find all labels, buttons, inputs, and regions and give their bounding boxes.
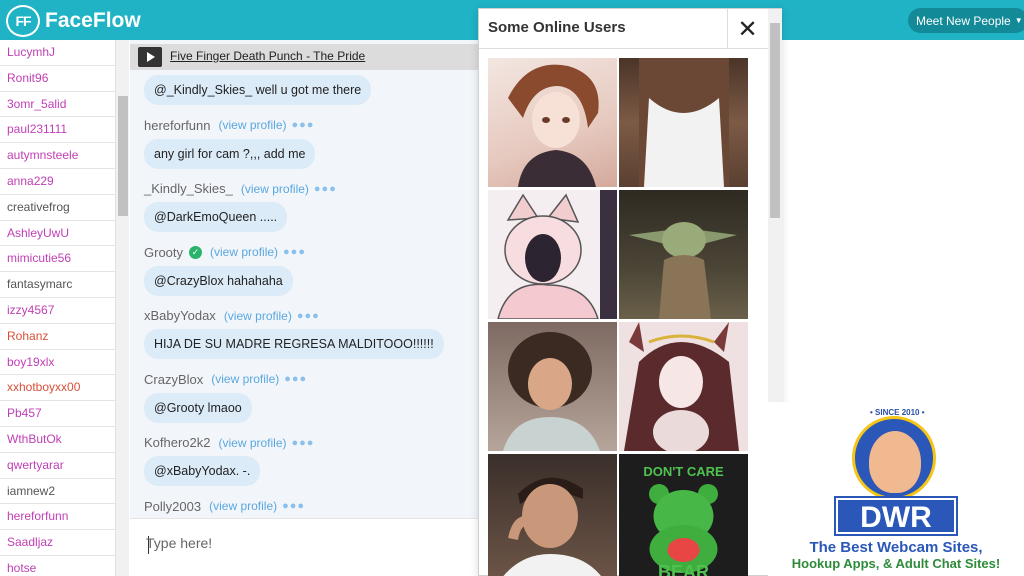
message-author: xBabyYodax (view profile) ●●●	[144, 308, 320, 323]
user-list-item[interactable]: LucymhJ	[0, 40, 115, 66]
user-tile-anime-boy[interactable]	[488, 58, 617, 187]
message-bubble: @_Kindly_Skies_ well u got me there	[144, 75, 372, 105]
more-options-icon[interactable]: ●●●	[292, 437, 315, 449]
user-list-item[interactable]: boy19xlx	[0, 350, 115, 376]
ad-brand: DWR	[836, 498, 956, 534]
user-list-item[interactable]: izzy4567	[0, 298, 115, 324]
message-username[interactable]: Grooty	[144, 245, 183, 260]
user-tile-curly-hair-person[interactable]	[488, 322, 617, 451]
message-bubble: @Grooty lmaoo	[144, 392, 252, 423]
ad-mascot-face	[869, 431, 921, 493]
panel-header: Some Online Users ✕	[479, 9, 781, 49]
dont-care-bear-avatar: DON'T CARE BEAR	[643, 464, 724, 576]
faceflow-logo[interactable]: FF FaceFlow	[6, 5, 141, 37]
anime-boy-avatar	[508, 64, 599, 187]
panel-scrollbar-thumb[interactable]	[770, 23, 780, 218]
user-tile-anime-cat-girl[interactable]	[488, 190, 617, 319]
close-icon[interactable]: ✕	[727, 9, 767, 49]
user-list-item[interactable]: Rohanz	[0, 324, 115, 350]
user-tile-baby-yoda[interactable]	[619, 190, 748, 319]
dwr-advertisement[interactable]: • SINCE 2010 • DWR The Best Webcam Sites…	[768, 402, 1024, 576]
user-list-scrollbar[interactable]	[115, 40, 129, 576]
view-profile-link[interactable]: (view profile)	[209, 499, 277, 513]
message-bubble: @DarkEmoQueen .....	[144, 202, 288, 232]
message-author: hereforfunn (view profile) ●●●	[144, 118, 314, 133]
message-username[interactable]: xBabyYodax	[144, 308, 216, 323]
anime-horned-girl-avatar	[624, 322, 739, 451]
message-username[interactable]: Kofhero2k2	[144, 435, 211, 450]
more-options-icon[interactable]: ●●●	[284, 373, 307, 385]
more-options-icon[interactable]: ●●●	[282, 500, 305, 512]
user-list-item[interactable]: mimicutie56	[0, 246, 115, 273]
message-author: _Kindly_Skies_ (view profile) ●●●	[144, 181, 337, 196]
user-list-item[interactable]: autymnsteele	[0, 143, 115, 169]
logo-mark: FF	[6, 5, 40, 37]
bear-text-top: DON'T CARE	[643, 464, 724, 479]
panel-title: Some Online Users	[488, 19, 626, 36]
chat-input[interactable]	[146, 535, 446, 551]
user-list-item[interactable]: Pb457	[0, 401, 115, 427]
user-list-item[interactable]: creativefrog	[0, 195, 115, 221]
view-profile-link[interactable]: (view profile)	[219, 436, 287, 450]
meet-new-people-button[interactable]: Meet New People ▼	[908, 8, 1024, 33]
young-man-avatar	[503, 477, 601, 576]
message-author: CrazyBlox (view profile) ●●●	[144, 372, 307, 387]
man-tank-top-avatar	[639, 58, 729, 187]
anime-cat-girl-avatar	[497, 190, 617, 319]
baby-yoda-avatar	[629, 222, 737, 319]
scrollbar-thumb[interactable]	[118, 96, 128, 216]
message-username[interactable]: hereforfunn	[144, 118, 211, 133]
ad-tagline-1: The Best Webcam Sites,	[809, 539, 983, 556]
caret-down-icon: ▼	[1014, 16, 1023, 25]
user-list-item[interactable]: 3omr_5alid	[0, 92, 115, 118]
more-options-icon[interactable]: ●●●	[292, 119, 315, 131]
view-profile-link[interactable]: (view profile)	[210, 245, 278, 259]
user-list-item[interactable]: qwertyarar	[0, 453, 115, 479]
message-author: Polly2003 (view profile) ●●●	[144, 499, 305, 514]
user-list-item[interactable]: AshleyUwU	[0, 221, 115, 247]
more-options-icon[interactable]: ●●●	[283, 246, 306, 258]
user-list-item[interactable]: paul231111	[0, 117, 115, 144]
user-tile-young-man[interactable]	[488, 454, 617, 576]
curly-hair-avatar	[503, 332, 600, 451]
ad-mascot-badge	[852, 416, 936, 500]
message-author: Kofhero2k2 (view profile) ●●●	[144, 435, 314, 450]
view-profile-link[interactable]: (view profile)	[219, 118, 287, 132]
user-tile-man-tank-top[interactable]	[619, 58, 748, 187]
message-bubble: @xBabyYodax. -.	[144, 456, 261, 486]
message-bubble: @CrazyBlox hahahaha	[144, 265, 293, 296]
verified-check-icon: ✓	[189, 245, 203, 259]
user-list-item[interactable]: hotse	[0, 556, 115, 576]
view-profile-link[interactable]: (view profile)	[224, 309, 292, 323]
online-users-grid: DON'T CARE BEAR	[488, 58, 748, 576]
online-users-panel: Some Online Users ✕ DON'T CARE BEAR	[478, 8, 782, 576]
user-list-item[interactable]: Saadljaz	[0, 530, 115, 556]
ad-tagline-2: Hookup Apps, & Adult Chat Sites!	[791, 556, 1001, 571]
message-username[interactable]: Polly2003	[144, 499, 201, 514]
more-options-icon[interactable]: ●●●	[314, 183, 337, 195]
message-username[interactable]: _Kindly_Skies_	[144, 181, 233, 196]
user-list-item[interactable]: WthButOk	[0, 427, 115, 453]
bear-text-bottom: BEAR	[658, 562, 709, 576]
user-list-item[interactable]: hereforfunn	[0, 504, 115, 531]
play-icon[interactable]	[138, 47, 162, 67]
user-tile-anime-horned-girl[interactable]	[619, 322, 748, 451]
now-playing-song-link[interactable]: Five Finger Death Punch - The Pride	[170, 49, 365, 63]
user-list-item[interactable]: iamnew2	[0, 479, 115, 505]
meet-new-people-label: Meet New People	[916, 13, 1011, 28]
user-list-item[interactable]: anna229	[0, 169, 115, 195]
online-user-list: LucymhJ Ronit96 3omr_5alid paul231111 autymn…	[0, 40, 115, 576]
more-options-icon[interactable]: ●●●	[297, 310, 320, 322]
view-profile-link[interactable]: (view profile)	[241, 182, 309, 196]
message-bubble: HIJA DE SU MADRE REGRESA MALDITOOO!!!!!!	[144, 329, 444, 359]
user-list-item[interactable]: Ronit96	[0, 66, 115, 92]
message-author: Grooty ✓ (view profile) ●●●	[144, 245, 306, 260]
logo-text: FaceFlow	[45, 9, 141, 32]
message-bubble: any girl for cam ?,,, add me	[144, 138, 316, 169]
user-tile-dont-care-bear[interactable]: DON'T CARE BEAR	[619, 454, 748, 576]
user-list-item[interactable]: fantasymarc	[0, 272, 115, 298]
message-username[interactable]: CrazyBlox	[144, 372, 203, 387]
view-profile-link[interactable]: (view profile)	[211, 372, 279, 386]
user-list-item[interactable]: xxhotboyxx00	[0, 375, 115, 402]
